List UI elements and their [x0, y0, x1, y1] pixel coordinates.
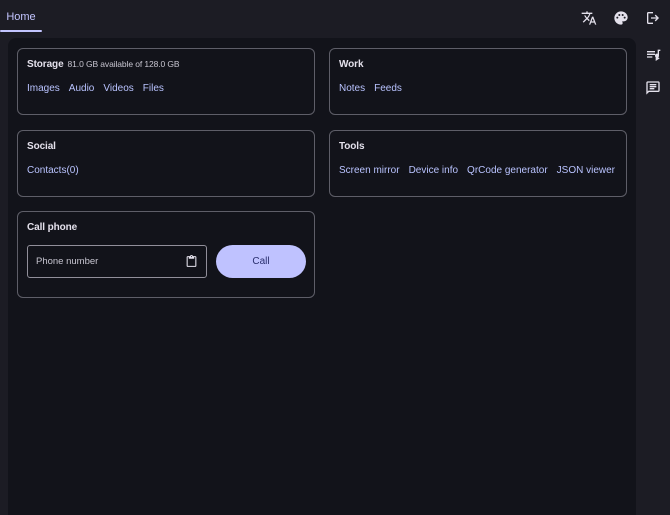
call-phone-card: Call phone Call — [17, 211, 315, 298]
phone-number-field — [27, 245, 207, 278]
storage-usage: 81.0 GB available of 128.0 GB — [67, 59, 180, 69]
social-card: Social Contacts(0) — [17, 130, 315, 197]
storage-links: Images Audio Videos Files — [27, 83, 164, 94]
link-qrcode-generator[interactable]: QrCode generator — [467, 165, 548, 176]
link-feeds[interactable]: Feeds — [374, 83, 402, 94]
tab-home[interactable]: Home — [0, 0, 42, 33]
link-audio[interactable]: Audio — [69, 83, 95, 94]
storage-card: Storage 81.0 GB available of 128.0 GB Ima… — [17, 48, 315, 115]
main-content: Storage 81.0 GB available of 128.0 GB Ima… — [8, 38, 636, 515]
social-links: Contacts(0) — [27, 165, 79, 176]
top-app-bar: Home — [0, 0, 670, 38]
translate-icon[interactable] — [580, 9, 598, 27]
link-screen-mirror[interactable]: Screen mirror — [339, 165, 400, 176]
call-phone-title: Call phone — [27, 222, 78, 233]
work-links: Notes Feeds — [339, 83, 402, 94]
tab-indicator — [0, 30, 42, 32]
storage-title-label: Storage — [27, 59, 64, 70]
work-title: Work — [339, 59, 364, 70]
link-device-info[interactable]: Device info — [409, 165, 458, 176]
phone-number-input[interactable] — [36, 246, 186, 277]
tools-links: Screen mirror Device info QrCode generat… — [339, 165, 615, 176]
social-title: Social — [27, 141, 56, 152]
clipboard-paste-icon[interactable] — [185, 255, 198, 268]
work-card: Work Notes Feeds — [329, 48, 627, 115]
link-videos[interactable]: Videos — [103, 83, 133, 94]
storage-title: Storage 81.0 GB available of 128.0 GB — [27, 59, 180, 70]
link-files[interactable]: Files — [143, 83, 164, 94]
link-images[interactable]: Images — [27, 83, 60, 94]
chat-icon[interactable] — [645, 80, 661, 96]
playlist-icon[interactable] — [645, 47, 661, 63]
link-json-viewer[interactable]: JSON viewer — [557, 165, 615, 176]
tools-title: Tools — [339, 141, 365, 152]
top-actions — [580, 9, 662, 27]
call-button[interactable]: Call — [216, 245, 306, 278]
link-contacts[interactable]: Contacts(0) — [27, 165, 79, 176]
link-notes[interactable]: Notes — [339, 83, 365, 94]
palette-icon[interactable] — [612, 9, 630, 27]
tools-card: Tools Screen mirror Device info QrCode g… — [329, 130, 627, 197]
logout-icon[interactable] — [644, 9, 662, 27]
